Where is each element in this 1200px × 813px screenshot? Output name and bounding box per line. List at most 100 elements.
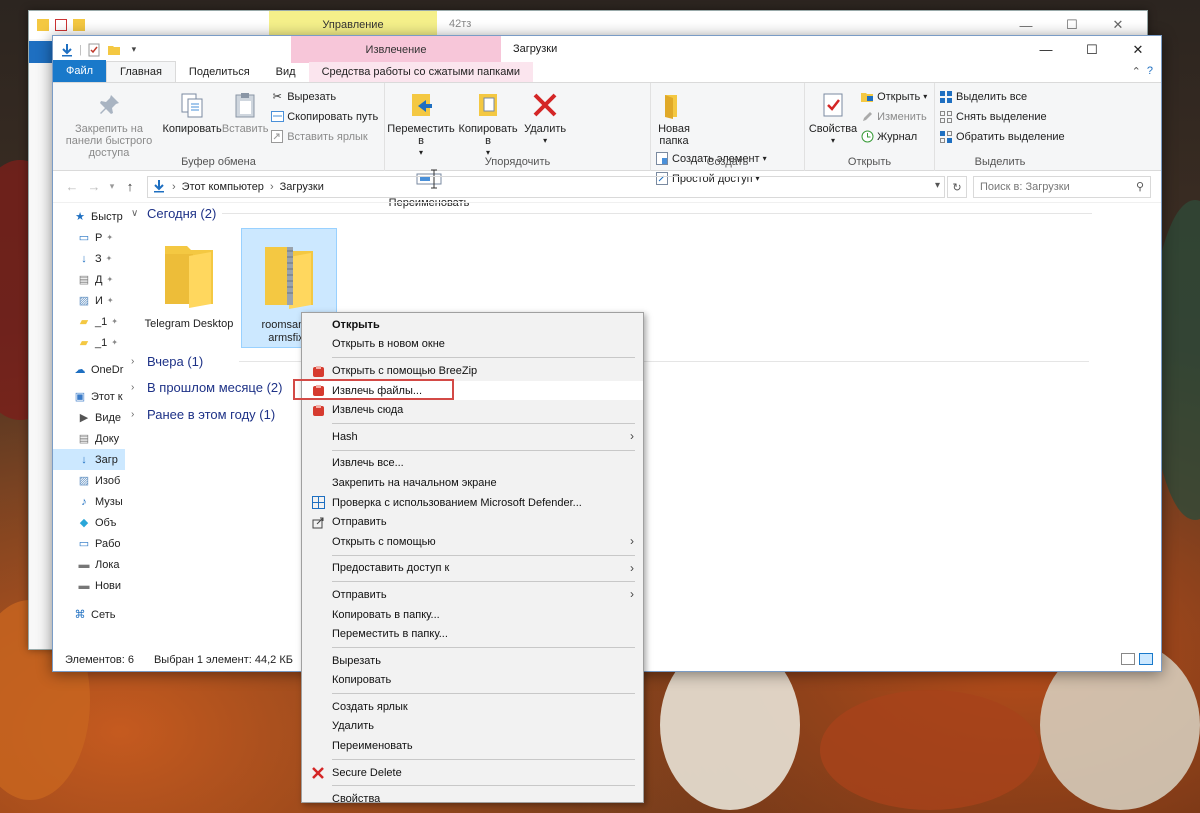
tab-file[interactable]: Файл: [53, 60, 107, 82]
nav-item[interactable]: ▰ _1 ✦: [53, 311, 125, 332]
shortcut-icon: [270, 130, 284, 144]
edit-button[interactable]: Изменить: [860, 108, 927, 125]
details-view-icon[interactable]: [1121, 653, 1135, 665]
pin-icon: ✦: [105, 254, 113, 263]
menu-cut[interactable]: Вырезать: [302, 651, 643, 671]
group-today[interactable]: ∨ Сегодня (2): [131, 206, 1093, 221]
menu-send-to[interactable]: Отправить ›: [302, 585, 643, 605]
group-last-month[interactable]: › В прошлом месяце (2): [131, 380, 282, 395]
nav-item[interactable]: ▨ И ✦: [53, 290, 125, 311]
open-button[interactable]: Открыть ▾: [860, 88, 927, 105]
forward-button[interactable]: →: [83, 179, 105, 194]
music-icon: ♪: [81, 495, 87, 508]
qat-dropdown-icon[interactable]: ▾: [126, 42, 142, 58]
menu-give-access[interactable]: Предоставить доступ к ›: [302, 559, 643, 579]
menu-open-new-window[interactable]: Открыть в новом окне: [302, 335, 643, 355]
copy-to-button[interactable]: Копировать в ▾: [456, 87, 520, 161]
tab-view[interactable]: Вид: [263, 62, 309, 82]
cut-button[interactable]: ✂ Вырезать: [270, 88, 378, 105]
menu-share[interactable]: Отправить: [302, 512, 643, 532]
menu-open[interactable]: Открыть: [302, 315, 643, 335]
address-dropdown-icon[interactable]: ▾: [935, 180, 940, 191]
nav-item[interactable]: ↓ З ✦: [53, 248, 125, 269]
minimize-button[interactable]: —: [1023, 36, 1069, 63]
submenu-arrow-icon: ›: [630, 560, 634, 575]
tab-home[interactable]: Главная: [106, 61, 176, 82]
large-icons-view-icon[interactable]: [1139, 653, 1153, 665]
select-all-button[interactable]: Выделить все: [939, 88, 1065, 105]
nav-item[interactable]: ▤ Д ✦: [53, 269, 125, 290]
new-folder-button[interactable]: Новая папка: [655, 87, 693, 149]
tab-compressed-tools[interactable]: Средства работы со сжатыми папками: [308, 62, 534, 82]
nav-item-label: Нови: [95, 579, 122, 592]
close-button[interactable]: ✕: [1115, 36, 1161, 63]
nav-item-label: Р: [95, 231, 103, 244]
menu-copy[interactable]: Копировать: [302, 671, 643, 691]
nav-item[interactable]: ▭ Р ✦: [53, 227, 125, 248]
nav-item[interactable]: ◆ Объ: [53, 512, 125, 533]
history-button[interactable]: Журнал: [860, 128, 927, 145]
invert-selection-button[interactable]: Обратить выделение: [939, 128, 1065, 145]
menu-rename[interactable]: Переименовать: [302, 736, 643, 756]
nav-item[interactable]: ▬ Лока: [53, 554, 125, 575]
maximize-button[interactable]: ☐: [1069, 36, 1115, 63]
breadcrumb-this-pc[interactable]: Этот компьютер: [182, 181, 264, 193]
pin-quick-access-button[interactable]: Закрепить на панели быстрого доступа: [57, 87, 161, 161]
download-arrow-icon: [152, 179, 166, 196]
properties-button[interactable]: Свойства ▾: [809, 87, 857, 149]
menu-pin-start[interactable]: Закрепить на начальном экране: [302, 473, 643, 493]
up-button[interactable]: ↑: [119, 179, 141, 194]
download-icon: ↓: [81, 453, 87, 466]
tab-share[interactable]: Поделиться: [176, 62, 263, 82]
address-bar[interactable]: › Этот компьютер › Загрузки ▾: [147, 176, 945, 198]
nav-item[interactable]: ▰ _1 ✦: [53, 332, 125, 353]
nav-item[interactable]: ♪ Музы: [53, 491, 125, 512]
extract-context-tab[interactable]: Извлечение: [291, 36, 501, 63]
nav-item[interactable]: ⌘ Сеть: [53, 604, 125, 625]
new-folder-icon[interactable]: [106, 42, 122, 58]
menu-open-with[interactable]: Открыть с помощью ›: [302, 532, 643, 552]
menu-extract-here[interactable]: Извлечь сюда: [302, 400, 643, 420]
copy-button[interactable]: Копировать: [162, 87, 222, 137]
move-to-button[interactable]: Переместить в ▾: [387, 87, 455, 161]
nav-item[interactable]: ★ Быстр: [53, 206, 125, 227]
help-icon[interactable]: ?: [1147, 65, 1153, 78]
menu-delete[interactable]: Удалить: [302, 717, 643, 737]
breadcrumb-downloads[interactable]: Загрузки: [280, 181, 324, 193]
collapse-chevron-icon: ∨: [131, 208, 139, 219]
document-icon: ▤: [78, 433, 90, 445]
nav-item[interactable]: ☁ OneDr: [53, 359, 125, 380]
nav-item[interactable]: ▤ Доку: [53, 428, 125, 449]
paste-shortcut-button[interactable]: Вставить ярлык: [270, 128, 378, 145]
collapse-ribbon-icon[interactable]: ⌃: [1132, 65, 1141, 78]
nav-item[interactable]: ▬ Нови: [53, 575, 125, 596]
delete-button[interactable]: Удалить ▾: [523, 87, 567, 149]
properties-icon[interactable]: [86, 42, 102, 58]
nav-item[interactable]: ▶ Виде: [53, 407, 125, 428]
paste-button[interactable]: Вставить: [222, 87, 268, 137]
refresh-button[interactable]: ↻: [947, 176, 967, 198]
back-button[interactable]: ←: [61, 179, 83, 194]
menu-defender-scan[interactable]: Проверка с использованием Microsoft Defe…: [302, 493, 643, 513]
nav-item[interactable]: ▨ Изоб: [53, 470, 125, 491]
select-none-button[interactable]: Снять выделение: [939, 108, 1065, 125]
nav-item[interactable]: ↓ Загр: [53, 449, 125, 470]
menu-secure-delete[interactable]: Secure Delete: [302, 763, 643, 783]
file-item[interactable]: Telegram Desktop: [141, 228, 237, 348]
search-input[interactable]: Поиск в: Загрузки ⚲: [973, 176, 1151, 198]
nav-item[interactable]: ▣ Этот к: [53, 386, 125, 407]
menu-open-breezip[interactable]: Открыть с помощью BreeZip: [302, 361, 643, 381]
recent-locations-icon[interactable]: ▾: [105, 181, 119, 192]
menu-hash[interactable]: Hash ›: [302, 427, 643, 447]
copy-icon: [176, 89, 208, 121]
history-icon: [860, 130, 874, 144]
menu-create-shortcut[interactable]: Создать ярлык: [302, 697, 643, 717]
group-this-year[interactable]: › Ранее в этом году (1): [131, 407, 275, 422]
copy-path-button[interactable]: Скопировать путь: [270, 108, 378, 125]
pin-icon: ✦: [111, 338, 118, 347]
menu-extract-all[interactable]: Извлечь все...: [302, 454, 643, 474]
menu-copy-to-folder[interactable]: Копировать в папку...: [302, 605, 643, 625]
nav-item[interactable]: ▭ Рабо: [53, 533, 125, 554]
menu-properties[interactable]: Свойства: [302, 789, 643, 809]
menu-move-to-folder[interactable]: Переместить в папку...: [302, 624, 643, 644]
